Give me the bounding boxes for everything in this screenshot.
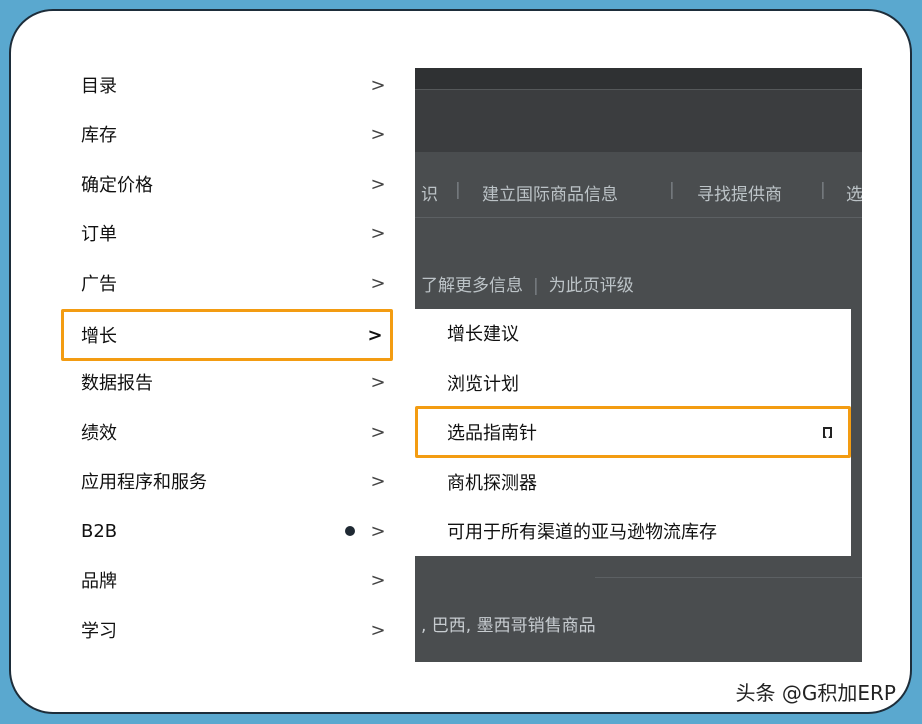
menu-item-label: 学习 [81,621,117,642]
chevron-right-icon: > [370,619,386,641]
submenu-caret [404,325,415,347]
submenu-item-label: 可用于所有渠道的亚马逊物流库存 [447,522,717,543]
background-tabs: 识 | 建立国际商品信息 | 寻找提供商 | 选 [415,172,862,212]
background-note: , 巴西, 墨西哥销售商品 [421,616,596,636]
background-top-bar [415,68,862,89]
background-tab[interactable]: 寻找提供商 [697,180,782,205]
submenu-item-label: 商机探测器 [447,473,537,494]
tab-separator: | [669,180,675,200]
tab-separator: | [455,180,461,200]
rate-page-link[interactable]: 为此页评级 [549,276,634,296]
menu-item-label: 品牌 [81,571,117,592]
chevron-right-icon: > [367,324,383,346]
chevron-right-icon: > [370,520,386,542]
menu-item-orders[interactable]: 订单 > [61,211,393,255]
chevron-right-icon: > [370,272,386,294]
background-tab[interactable]: 选 [846,180,862,205]
growth-submenu: 增长建议 浏览计划 选品指南针 商机探测器 可用于所有渠道的亚马逊物流库存 [404,309,851,556]
learn-more-link[interactable]: 了解更多信息 [421,276,523,296]
chevron-right-icon: > [370,222,386,244]
menu-item-label: 确定价格 [81,175,153,196]
submenu-item-fba-all-channels[interactable]: 可用于所有渠道的亚马逊物流库存 [415,507,851,555]
menu-item-apps-services[interactable]: 应用程序和服务 > [61,459,393,503]
chevron-right-icon: > [370,569,386,591]
menu-item-reports[interactable]: 数据报告 > [61,360,393,404]
watermark: 头条 @G积加ERP [735,681,896,705]
menu-item-brand[interactable]: 品牌 > [61,558,393,602]
chevron-right-icon: > [370,123,386,145]
tab-separator: | [820,180,826,200]
chevron-right-icon: > [370,371,386,393]
menu-item-growth[interactable]: 增长 > [61,309,393,361]
submenu-item-browse-plans[interactable]: 浏览计划 [415,359,851,407]
menu-item-label: 广告 [81,274,117,295]
menu-item-performance[interactable]: 绩效 > [61,410,393,454]
divider [415,217,862,218]
menu-item-learn[interactable]: 学习 > [61,608,393,652]
menu-item-label: 增长 [81,326,117,347]
submenu-item-label: 增长建议 [447,324,519,345]
background-tab[interactable]: 识 [421,180,438,205]
menu-item-label: 应用程序和服务 [81,472,207,493]
submenu-item-label: 浏览计划 [447,374,519,395]
link-separator: | [533,276,539,296]
chevron-right-icon: > [370,173,386,195]
chevron-right-icon: > [370,74,386,96]
submenu-item-growth-suggestions[interactable]: 增长建议 [415,309,851,357]
menu-item-catalog[interactable]: 目录 > [61,63,393,107]
menu-item-inventory[interactable]: 库存 > [61,112,393,156]
menu-item-advertising[interactable]: 广告 > [61,261,393,305]
submenu-item-product-compass[interactable]: 选品指南针 [415,406,851,458]
screenshot-frame: 识 | 建立国际商品信息 | 寻找提供商 | 选 了解更多信息 | 为此页评级 , … [9,9,912,714]
menu-item-label: B2B [81,520,118,542]
menu-item-label: 库存 [81,125,117,146]
background-header [415,89,862,152]
main-menu: 目录 > 库存 > 确定价格 > 订单 > 广告 > 增长 > 数据报告 > 绩… [11,11,411,712]
bookmark-icon[interactable] [823,426,832,438]
menu-item-label: 数据报告 [81,373,153,394]
submenu-item-label: 选品指南针 [447,423,537,444]
menu-item-b2b[interactable]: B2B > [61,509,393,553]
submenu-item-opportunity-explorer[interactable]: 商机探测器 [415,458,851,506]
chevron-right-icon: > [370,470,386,492]
chevron-right-icon: > [370,421,386,443]
menu-item-pricing[interactable]: 确定价格 > [61,162,393,206]
menu-item-label: 订单 [81,224,117,245]
background-tab[interactable]: 建立国际商品信息 [482,180,618,205]
divider [595,577,862,578]
menu-item-label: 目录 [81,76,117,97]
background-links: 了解更多信息 | 为此页评级 [421,271,634,296]
new-dot-badge [345,526,355,536]
menu-item-label: 绩效 [81,423,117,444]
